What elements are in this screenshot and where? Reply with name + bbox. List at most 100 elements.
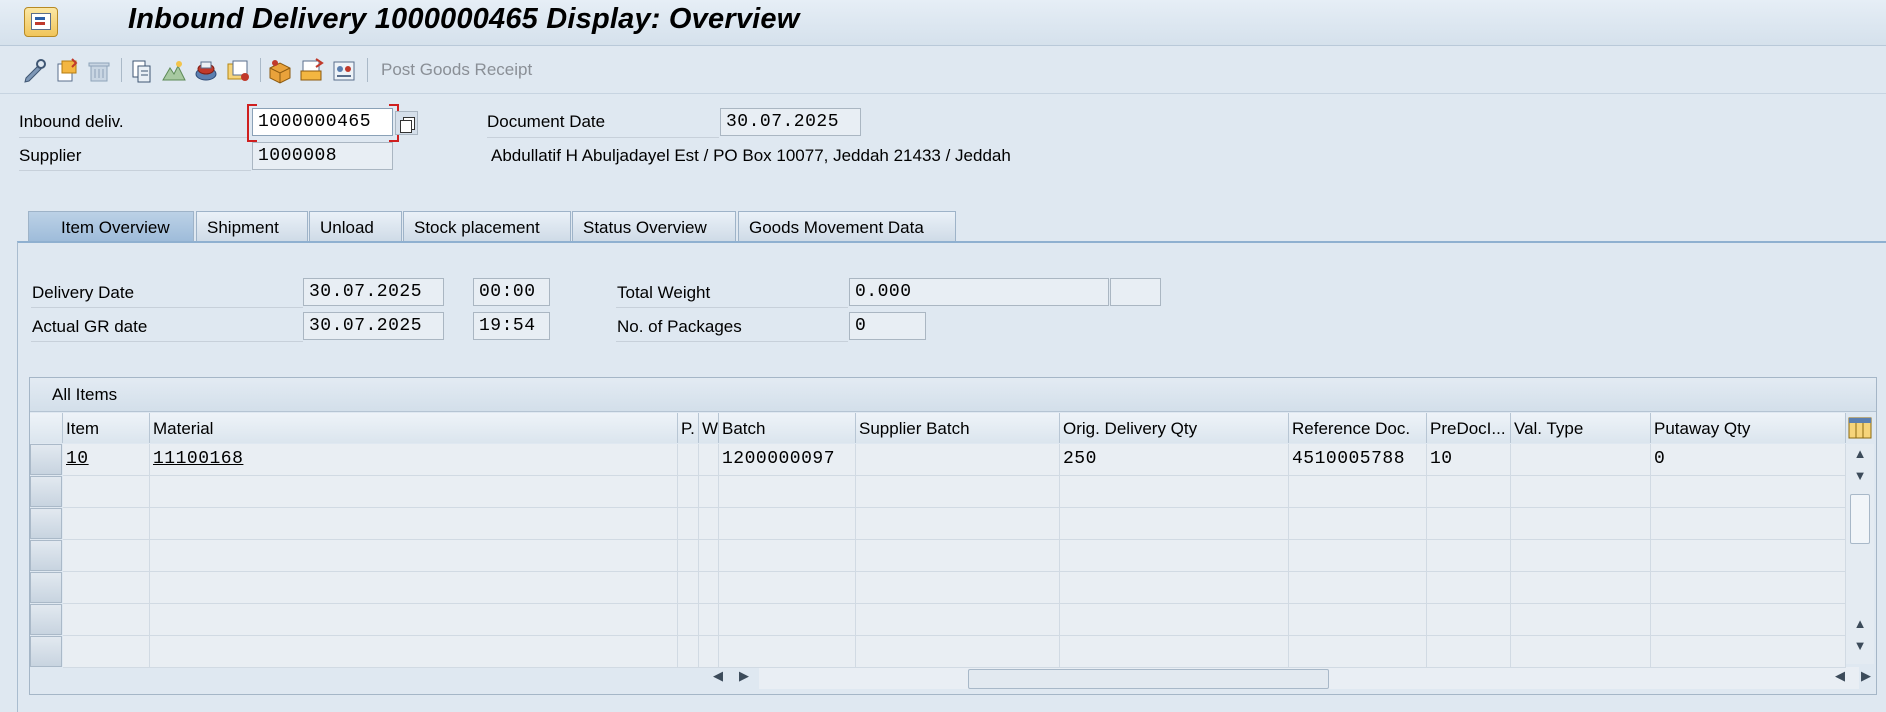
system-menu-icon[interactable] [24, 7, 58, 37]
row-selector[interactable] [30, 636, 62, 667]
table-cell-empty[interactable] [1060, 636, 1289, 668]
table-cell-empty[interactable] [719, 572, 856, 604]
material-link[interactable]: 11100168 [153, 449, 243, 469]
actual-gr-time-field[interactable]: 19:54 [473, 312, 550, 340]
table-cell-empty[interactable] [150, 636, 678, 668]
scroll-right-icon[interactable]: ▶ [734, 668, 754, 688]
table-cell-predoc-item[interactable]: 10 [1427, 444, 1511, 476]
horizontal-scrollbar[interactable]: ◀ ▶ [708, 666, 1876, 690]
table-cell-empty[interactable] [1427, 476, 1511, 508]
copy-value-icon[interactable] [395, 111, 418, 135]
table-cell-empty[interactable] [699, 508, 719, 540]
table-cell-empty[interactable] [719, 604, 856, 636]
table-cell-empty[interactable] [856, 508, 1060, 540]
column-header-orig-delivery-qty[interactable]: Orig. Delivery Qty [1060, 413, 1289, 443]
horizontal-scroll-track[interactable] [759, 667, 1859, 689]
actual-gr-date-field[interactable]: 30.07.2025 [303, 312, 444, 340]
horizontal-scroll-thumb[interactable] [968, 669, 1329, 689]
table-cell-empty[interactable] [678, 636, 699, 668]
table-cell-empty[interactable] [719, 508, 856, 540]
column-configuration-icon[interactable] [1848, 416, 1872, 440]
table-cell-item[interactable]: 10 [63, 444, 150, 476]
table-cell-empty[interactable] [678, 572, 699, 604]
output-icon[interactable] [299, 58, 325, 84]
table-cell-empty[interactable] [1511, 476, 1651, 508]
table-cell-empty[interactable] [719, 476, 856, 508]
table-cell-empty[interactable] [1289, 508, 1427, 540]
table-cell-empty[interactable] [856, 604, 1060, 636]
table-cell-empty[interactable] [699, 476, 719, 508]
select-all-header[interactable] [30, 413, 63, 443]
row-selector[interactable] [30, 604, 62, 635]
column-header-p[interactable]: P. [678, 413, 699, 443]
table-cell-p[interactable] [678, 444, 699, 476]
column-header-reference-doc[interactable]: Reference Doc. [1289, 413, 1427, 443]
table-cell-empty[interactable] [63, 508, 150, 540]
table-cell-orig-delivery-qty[interactable]: 250 [1060, 444, 1289, 476]
table-cell-empty[interactable] [1289, 636, 1427, 668]
table-cell-batch[interactable]: 1200000097 [719, 444, 856, 476]
display-change-icon[interactable] [22, 58, 48, 84]
row-selector[interactable] [30, 508, 62, 539]
delivery-date-field[interactable]: 30.07.2025 [303, 278, 444, 306]
table-cell-empty[interactable] [1651, 604, 1846, 636]
weight-unit-field[interactable] [1110, 278, 1161, 306]
document-date-field[interactable]: 30.07.2025 [720, 108, 861, 136]
scroll-down-icon[interactable]: ▼ [1849, 468, 1871, 488]
column-header-putaway-qty[interactable]: Putaway Qty [1651, 413, 1846, 443]
table-cell-empty[interactable] [678, 476, 699, 508]
tab-item-overview[interactable]: Item Overview [28, 211, 194, 241]
table-cell-empty[interactable] [699, 572, 719, 604]
tab-unload[interactable]: Unload [309, 211, 402, 241]
row-selector[interactable] [30, 476, 62, 507]
table-cell-empty[interactable] [63, 540, 150, 572]
table-cell-empty[interactable] [1060, 540, 1289, 572]
delivery-time-field[interactable]: 00:00 [473, 278, 550, 306]
table-cell-empty[interactable] [1060, 508, 1289, 540]
row-selector[interactable] [30, 444, 62, 475]
table-cell-empty[interactable] [856, 476, 1060, 508]
table-cell-empty[interactable] [1060, 476, 1289, 508]
table-cell-val-type[interactable] [1511, 444, 1651, 476]
table-cell-empty[interactable] [1060, 572, 1289, 604]
table-cell-empty[interactable] [1651, 476, 1846, 508]
table-cell-empty[interactable] [1651, 572, 1846, 604]
tab-goods-movement-data[interactable]: Goods Movement Data [738, 211, 956, 241]
table-cell-empty[interactable] [1651, 540, 1846, 572]
table-cell-putaway-qty[interactable]: 0 [1651, 444, 1846, 476]
table-cell-empty[interactable] [719, 636, 856, 668]
table-cell-empty[interactable] [678, 508, 699, 540]
table-cell-w[interactable] [699, 444, 719, 476]
vertical-scroll-thumb[interactable] [1850, 494, 1870, 544]
table-cell-empty[interactable] [1511, 636, 1651, 668]
table-cell-empty[interactable] [856, 636, 1060, 668]
table-cell-empty[interactable] [63, 572, 150, 604]
table-cell-empty[interactable] [1289, 604, 1427, 636]
table-cell-empty[interactable] [63, 476, 150, 508]
scroll-far-left-icon[interactable]: ◀ [1830, 668, 1850, 688]
row-selector[interactable] [30, 540, 62, 571]
vertical-scrollbar[interactable]: ▲ ▼ ▲ ▼ [1846, 444, 1874, 664]
table-cell-empty[interactable] [63, 604, 150, 636]
table-cell-empty[interactable] [1427, 636, 1511, 668]
tab-status-overview[interactable]: Status Overview [572, 211, 736, 241]
table-cell-empty[interactable] [719, 540, 856, 572]
supplier-field[interactable]: 1000008 [252, 142, 393, 170]
scroll-far-right-icon[interactable]: ▶ [1856, 668, 1876, 688]
table-cell-empty[interactable] [699, 604, 719, 636]
settings-icon[interactable] [331, 58, 357, 84]
table-cell-reference-doc[interactable]: 4510005788 [1289, 444, 1427, 476]
table-cell-empty[interactable] [856, 540, 1060, 572]
column-header-material[interactable]: Material [150, 413, 678, 443]
table-cell-empty[interactable] [1427, 540, 1511, 572]
table-cell-empty[interactable] [1511, 572, 1651, 604]
post-goods-receipt-button[interactable]: Post Goods Receipt [381, 60, 532, 80]
table-cell-empty[interactable] [150, 540, 678, 572]
scroll-up-icon[interactable]: ▲ [1849, 446, 1871, 466]
total-weight-field[interactable]: 0.000 [849, 278, 1109, 306]
other-object-icon[interactable] [54, 58, 80, 84]
table-cell-empty[interactable] [1427, 572, 1511, 604]
table-cell-empty[interactable] [1511, 540, 1651, 572]
table-cell-empty[interactable] [699, 636, 719, 668]
table-cell-empty[interactable] [1289, 540, 1427, 572]
